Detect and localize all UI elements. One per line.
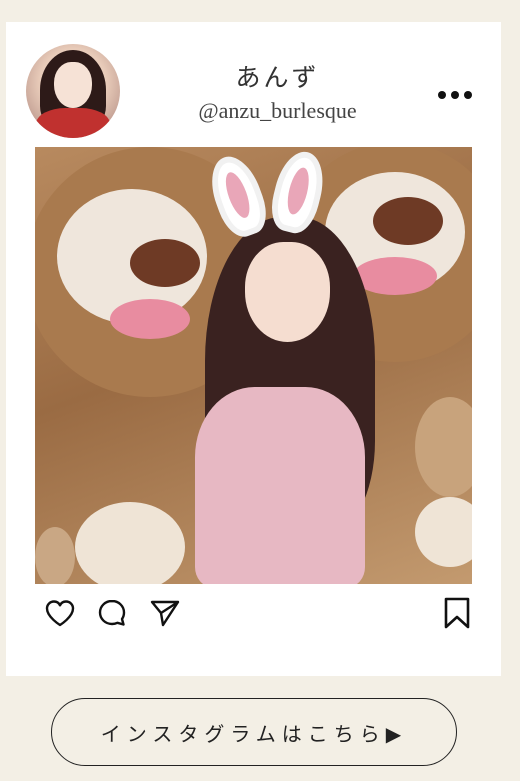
model-face [245, 242, 330, 342]
more-options-button[interactable] [432, 84, 478, 106]
bear-tongue-right [353, 257, 437, 295]
small-teddy-bear [415, 497, 472, 567]
instagram-link-button[interactable]: インスタグラムはこちら▶ [51, 698, 457, 766]
small-teddy-bear [415, 397, 472, 497]
small-teddy-bear [35, 527, 75, 584]
avatar-face [54, 62, 92, 108]
small-teddy-bear [75, 502, 185, 584]
more-dot-icon [464, 91, 472, 99]
bear-tongue-left [110, 299, 190, 339]
bear-nose-left [130, 239, 200, 287]
bear-nose-right [373, 197, 443, 245]
username[interactable]: @anzu_burlesque [170, 98, 385, 124]
heart-icon[interactable] [44, 598, 76, 628]
bookmark-icon[interactable] [442, 596, 472, 630]
more-dot-icon [438, 91, 446, 99]
avatar[interactable] [26, 44, 120, 138]
share-icon[interactable] [150, 599, 180, 627]
display-name: あんず [235, 65, 320, 92]
model-dress [195, 387, 365, 584]
more-dot-icon [451, 91, 459, 99]
comment-icon[interactable] [97, 598, 127, 628]
post-image[interactable] [35, 147, 472, 584]
avatar-outfit [36, 108, 110, 138]
